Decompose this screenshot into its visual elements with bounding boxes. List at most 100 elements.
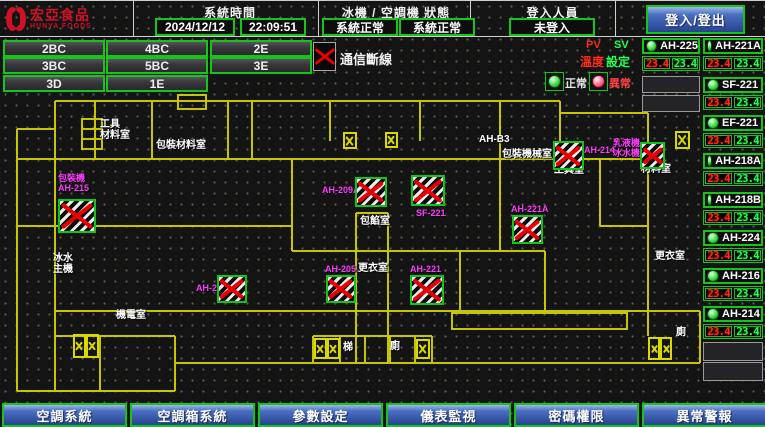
- unit-sv-value: 23.4: [734, 288, 761, 299]
- unit-sv-value: 23.4: [734, 173, 761, 184]
- plan-unit-disconnected-icon-冰水機[interactable]: [640, 142, 665, 169]
- unit-AH-214-row[interactable]: AH-214: [703, 306, 763, 322]
- plan-unit-label-AH-221: AH-221: [410, 264, 441, 274]
- nav-button-parameter-settings[interactable]: 參數設定: [258, 403, 383, 427]
- unit-pv-value: 23.4: [705, 212, 732, 223]
- stairwell-icon: [385, 132, 398, 148]
- system-clock-value: 22:09:51: [240, 18, 306, 36]
- unit-status-led: [707, 194, 712, 206]
- unit-pv-value: 23.4: [705, 97, 732, 108]
- abnormal-led: [589, 72, 608, 91]
- abnormal-label: 異常: [609, 75, 631, 91]
- floor-button-5bc[interactable]: 5BC: [106, 57, 208, 74]
- unit-name: AH-214: [722, 308, 760, 320]
- plan-unit-disconnected-icon-AH-209A[interactable]: [355, 177, 387, 207]
- floor-button-3bc[interactable]: 3BC: [3, 57, 105, 74]
- unit-EF-221-values: 23.423.4: [703, 133, 763, 148]
- room-label: 廁: [676, 327, 686, 338]
- unit-name: AH-218B: [715, 194, 761, 206]
- room-label: 梯: [343, 342, 353, 353]
- plan-unit-label-冰水機: 乳液機 冰水機: [613, 138, 640, 158]
- unit-AH-225-values: 23.423.4: [642, 56, 700, 71]
- plan-unit-label-AH-214: AH-214: [584, 145, 615, 155]
- plan-unit-disconnected-icon-SF-221[interactable]: [411, 175, 445, 206]
- room-label: 更衣室: [358, 263, 388, 274]
- nav-button-password-auth[interactable]: 密碼權限: [514, 403, 639, 427]
- nav-button-meter-monitor[interactable]: 儀表監視: [386, 403, 511, 427]
- plan-unit-label-AH-209A: AH-209A: [322, 185, 360, 195]
- unit-pv-value: 23.4: [705, 135, 732, 146]
- unit-sv-value: 23.4: [734, 326, 761, 337]
- system-date-value: 2024/12/12: [155, 18, 235, 36]
- stairwell-icon: [660, 337, 672, 360]
- plan-unit-label-AH-205: AH-205: [325, 264, 356, 274]
- unit-name: SF-221: [722, 79, 758, 91]
- plan-unit-disconnected-icon-AH-221A[interactable]: [512, 215, 543, 244]
- floor-button-3d[interactable]: 3D: [3, 75, 105, 92]
- floor-button-4bc[interactable]: 4BC: [106, 40, 208, 57]
- unit-status-led: [707, 155, 712, 167]
- plan-unit-label-AH-215: 包裝機 AH-215: [58, 173, 89, 193]
- unit-AH-214-values: 23.423.4: [703, 324, 763, 339]
- unit-name: AH-225: [660, 40, 698, 52]
- unit-sv-value: 23.4: [734, 97, 761, 108]
- unit-SF-221-row[interactable]: SF-221: [703, 77, 763, 93]
- unit-AH-221A-row[interactable]: AH-221A: [703, 38, 763, 54]
- panel-empty-slot: [703, 342, 763, 361]
- nav-button-ahu-system[interactable]: 空調箱系統: [130, 403, 255, 427]
- stairwell-icon: [675, 131, 690, 149]
- brand-name: 宏亞食品: [30, 8, 92, 23]
- unit-status-led: [707, 232, 719, 244]
- unit-pv-value: 23.4: [705, 173, 732, 184]
- stairwell-icon: [648, 337, 660, 360]
- unit-AH-218A-row[interactable]: AH-218A: [703, 153, 763, 169]
- unit-sv-value: 23.4: [672, 58, 698, 69]
- nav-button-hvac-system[interactable]: 空調系統: [2, 403, 127, 427]
- login-logout-button[interactable]: 登入/登出: [646, 5, 745, 34]
- unit-status-led: [707, 270, 719, 282]
- room-label: 廁: [390, 341, 400, 352]
- floor-button-2e[interactable]: 2E: [210, 40, 312, 57]
- unit-pv-value: 23.4: [705, 326, 732, 337]
- ahu-status: 系統正常: [399, 18, 475, 36]
- room-label: 包裝機械室: [502, 149, 552, 160]
- normal-led: [545, 72, 564, 91]
- unit-pv-value: 23.4: [705, 250, 732, 261]
- unit-name: EF-221: [722, 117, 758, 129]
- unit-AH-216-row[interactable]: AH-216: [703, 268, 763, 284]
- header-sep-4: [615, 1, 616, 36]
- plan-unit-disconnected-icon-AH-221[interactable]: [410, 275, 444, 305]
- unit-AH-224-row[interactable]: AH-224: [703, 230, 763, 246]
- pv-label: PV: [586, 39, 601, 51]
- hmi-screen: 宏亞食品 HUNYA FOODS 系統時間 2024/12/12 22:09:5…: [0, 0, 765, 427]
- nav-button-alarm-report[interactable]: 異常警報: [642, 403, 765, 427]
- unit-status-led: [707, 79, 719, 91]
- room-label: 機電室: [116, 310, 146, 321]
- unit-AH-224-values: 23.423.4: [703, 248, 763, 263]
- plan-unit-label-AH-221A: AH-221A: [511, 204, 549, 214]
- plan-unit-disconnected-icon-AH-214[interactable]: [553, 141, 584, 170]
- floor-button-2bc[interactable]: 2BC: [3, 40, 105, 57]
- unit-AH-216-values: 23.423.4: [703, 286, 763, 301]
- logo-icon: [6, 7, 26, 31]
- plan-unit-disconnected-icon-AH-224[interactable]: [217, 275, 247, 303]
- room-label: 工具 材料室: [100, 119, 130, 141]
- plan-unit-disconnected-icon-AH-205[interactable]: [326, 275, 356, 303]
- plan-unit-disconnected-icon-AH-215[interactable]: [58, 199, 96, 233]
- unit-status-led: [707, 117, 719, 129]
- unit-EF-221-row[interactable]: EF-221: [703, 115, 763, 131]
- unit-AH-218B-values: 23.423.4: [703, 210, 763, 225]
- login-user-value: 未登入: [509, 18, 595, 36]
- unit-sv-value: 23.4: [734, 250, 761, 261]
- floor-button-3e[interactable]: 3E: [210, 57, 312, 74]
- room-label: 更衣室: [655, 251, 685, 262]
- unit-pv-value: 23.4: [705, 58, 732, 69]
- comm-disconnect-icon: [313, 42, 336, 71]
- unit-AH-225-row[interactable]: AH-225: [642, 38, 700, 54]
- unit-sv-value: 23.4: [734, 212, 761, 223]
- panel-empty-slot: [642, 76, 700, 93]
- stairwell-icon: [73, 334, 86, 358]
- unit-AH-218B-row[interactable]: AH-218B: [703, 192, 763, 208]
- panel-empty-slot: [703, 362, 763, 381]
- floor-button-1e[interactable]: 1E: [106, 75, 208, 92]
